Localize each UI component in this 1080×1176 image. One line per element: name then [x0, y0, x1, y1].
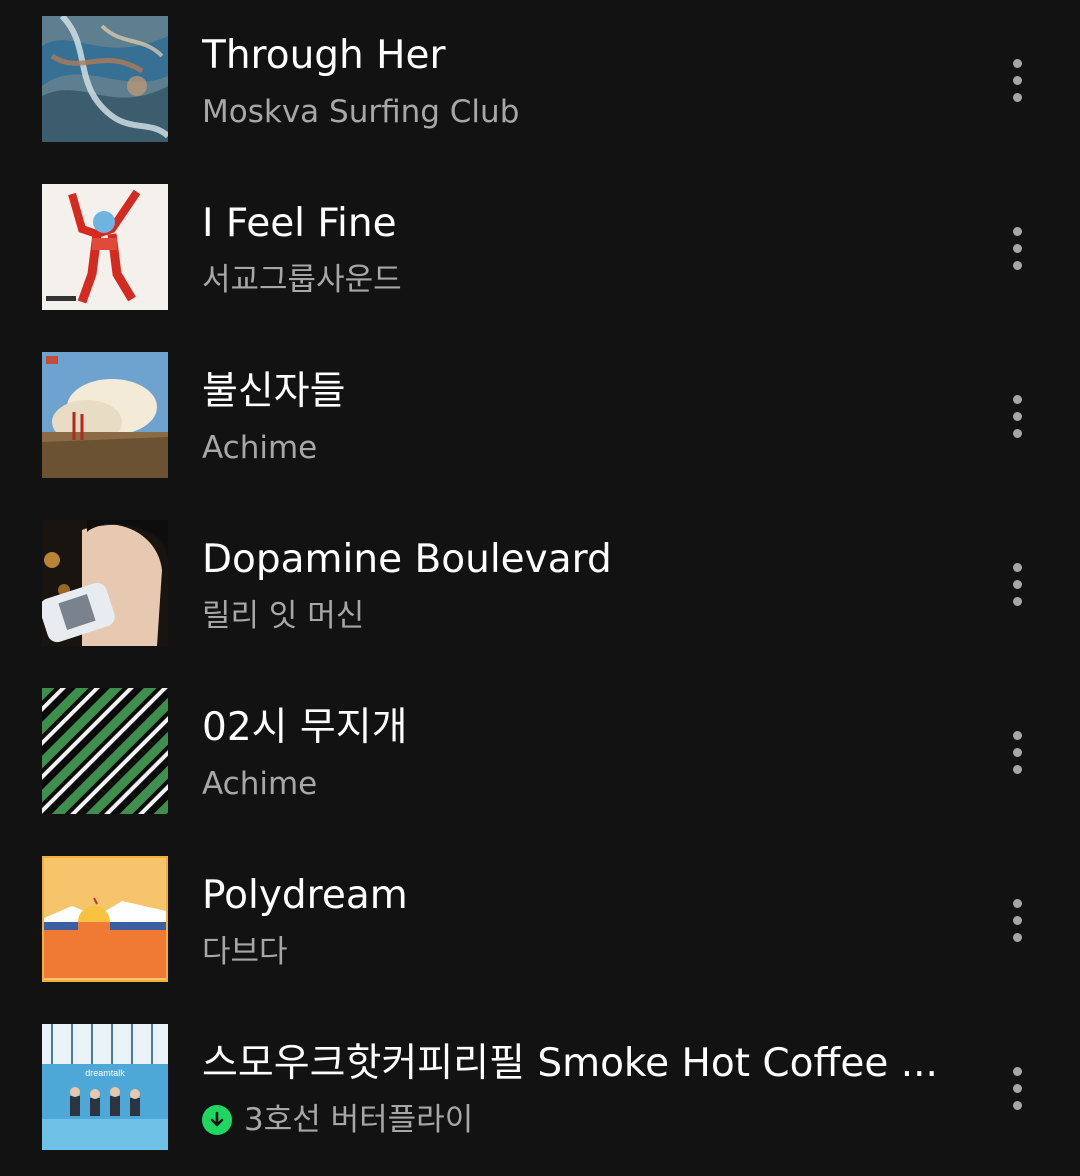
more-options-icon[interactable] — [992, 880, 1042, 960]
track-title: I Feel Fine — [202, 201, 397, 246]
track-artist: 릴리 잇 머신 — [202, 598, 365, 634]
track-title: 불신자들 — [202, 369, 346, 414]
album-art-text: dreamtalk — [85, 1068, 125, 1078]
track-artist: Moskva Surfing Club — [202, 94, 520, 130]
track-title: Dopamine Boulevard — [202, 537, 612, 582]
artist-line: Achime — [202, 426, 317, 470]
album-art: dreamtalk — [42, 1024, 168, 1150]
album-art — [42, 856, 168, 982]
track-artist: 3호선 버터플라이 — [244, 1102, 474, 1138]
track-row[interactable]: dreamtalk 스모우크핫커피리필 Smoke Hot Coffee ...… — [0, 1008, 1080, 1176]
track-row[interactable]: 02시 무지개 Achime — [0, 672, 1080, 840]
track-artist: Achime — [202, 430, 318, 466]
track-row[interactable]: Dopamine Boulevard 릴리 잇 머신 — [0, 504, 1080, 672]
download-icon — [202, 1105, 232, 1135]
more-options-icon[interactable] — [992, 376, 1042, 456]
artist-line: 3호선 버터플라이 — [202, 1098, 473, 1142]
artist-line: Achime — [202, 762, 317, 806]
album-art — [42, 16, 168, 142]
track-row[interactable]: Through Her Moskva Surfing Club — [0, 0, 1080, 168]
album-art — [42, 688, 168, 814]
track-list: Through Her Moskva Surfing Club I Feel F… — [0, 0, 1080, 1154]
track-title: 02시 무지개 — [202, 705, 408, 750]
track-row[interactable]: Polydream 다브다 — [0, 840, 1080, 1008]
more-options-icon[interactable] — [992, 208, 1042, 288]
more-options-icon[interactable] — [992, 40, 1042, 120]
artist-line: 릴리 잇 머신 — [202, 594, 364, 638]
track-title: Polydream — [202, 873, 408, 918]
more-options-icon[interactable] — [992, 544, 1042, 624]
more-options-icon[interactable] — [992, 1048, 1042, 1128]
more-options-icon[interactable] — [992, 712, 1042, 792]
album-art — [42, 352, 168, 478]
track-artist: 다브다 — [202, 934, 288, 970]
artist-line: 다브다 — [202, 930, 288, 974]
track-artist: Achime — [202, 766, 318, 802]
track-title: 스모우크핫커피리필 Smoke Hot Coffee ... — [202, 1041, 938, 1086]
album-art — [42, 520, 168, 646]
track-row[interactable]: I Feel Fine 서교그룹사운드 — [0, 168, 1080, 336]
artist-line: Moskva Surfing Club — [202, 90, 519, 134]
album-art — [42, 184, 168, 310]
track-artist: 서교그룹사운드 — [202, 262, 402, 298]
artist-line: 서교그룹사운드 — [202, 258, 402, 302]
track-row[interactable]: 불신자들 Achime — [0, 336, 1080, 504]
track-title: Through Her — [202, 33, 446, 78]
